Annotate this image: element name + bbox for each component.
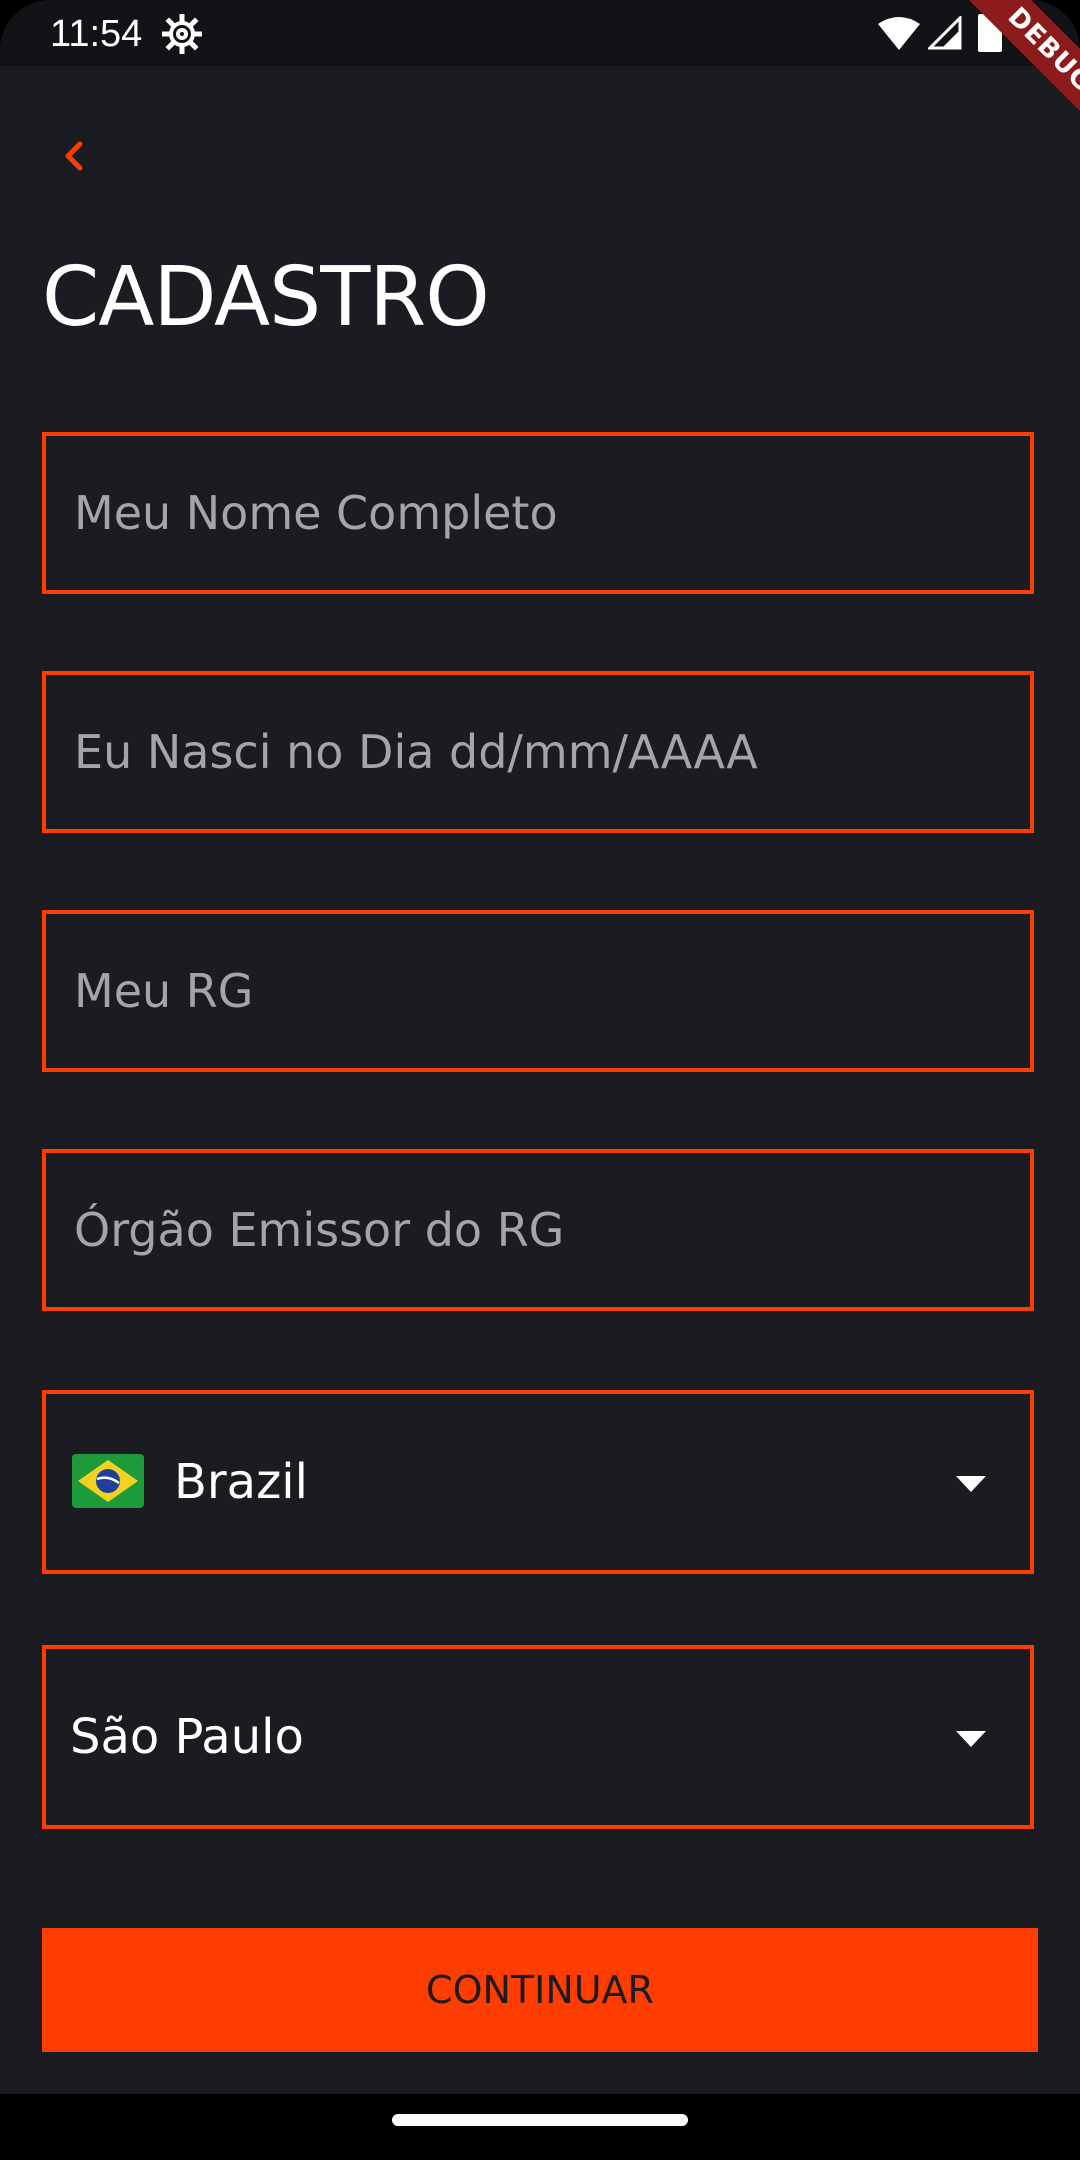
cell-signal-icon: [928, 16, 962, 50]
state-dropdown[interactable]: São Paulo: [42, 1645, 1034, 1829]
system-nav-bar: [0, 2094, 1080, 2160]
country-selected-label: Brazil: [174, 1454, 308, 1510]
country-dropdown[interactable]: Brazil: [42, 1390, 1034, 1574]
rg-issuer-field[interactable]: [42, 1149, 1034, 1311]
wifi-icon: [878, 17, 920, 50]
brazil-flag-icon: [72, 1454, 144, 1508]
full-name-input[interactable]: [74, 436, 994, 590]
birth-date-field[interactable]: [42, 671, 1034, 833]
chevron-left-icon[interactable]: [50, 130, 100, 180]
status-bar: 11:54 DEBUG: [0, 0, 1080, 172]
birth-date-input[interactable]: [74, 675, 994, 829]
home-indicator[interactable]: [392, 2114, 688, 2126]
state-selected-label: São Paulo: [70, 1709, 304, 1765]
status-time: 11:54: [50, 13, 143, 55]
app-screen: 11:54 DEBUG CADASTRO Meu Nome Completo E…: [0, 0, 1080, 2160]
dropdown-arrow-icon: [956, 1731, 986, 1747]
dropdown-arrow-icon: [956, 1476, 986, 1492]
rg-field[interactable]: [42, 910, 1034, 1072]
continue-button[interactable]: CONTINUAR: [42, 1928, 1038, 2052]
full-name-field[interactable]: [42, 432, 1034, 594]
rg-input[interactable]: [74, 914, 994, 1068]
rg-issuer-input[interactable]: [74, 1153, 994, 1307]
settings-gear-icon: [162, 14, 202, 54]
page-title: CADASTRO: [42, 250, 490, 345]
